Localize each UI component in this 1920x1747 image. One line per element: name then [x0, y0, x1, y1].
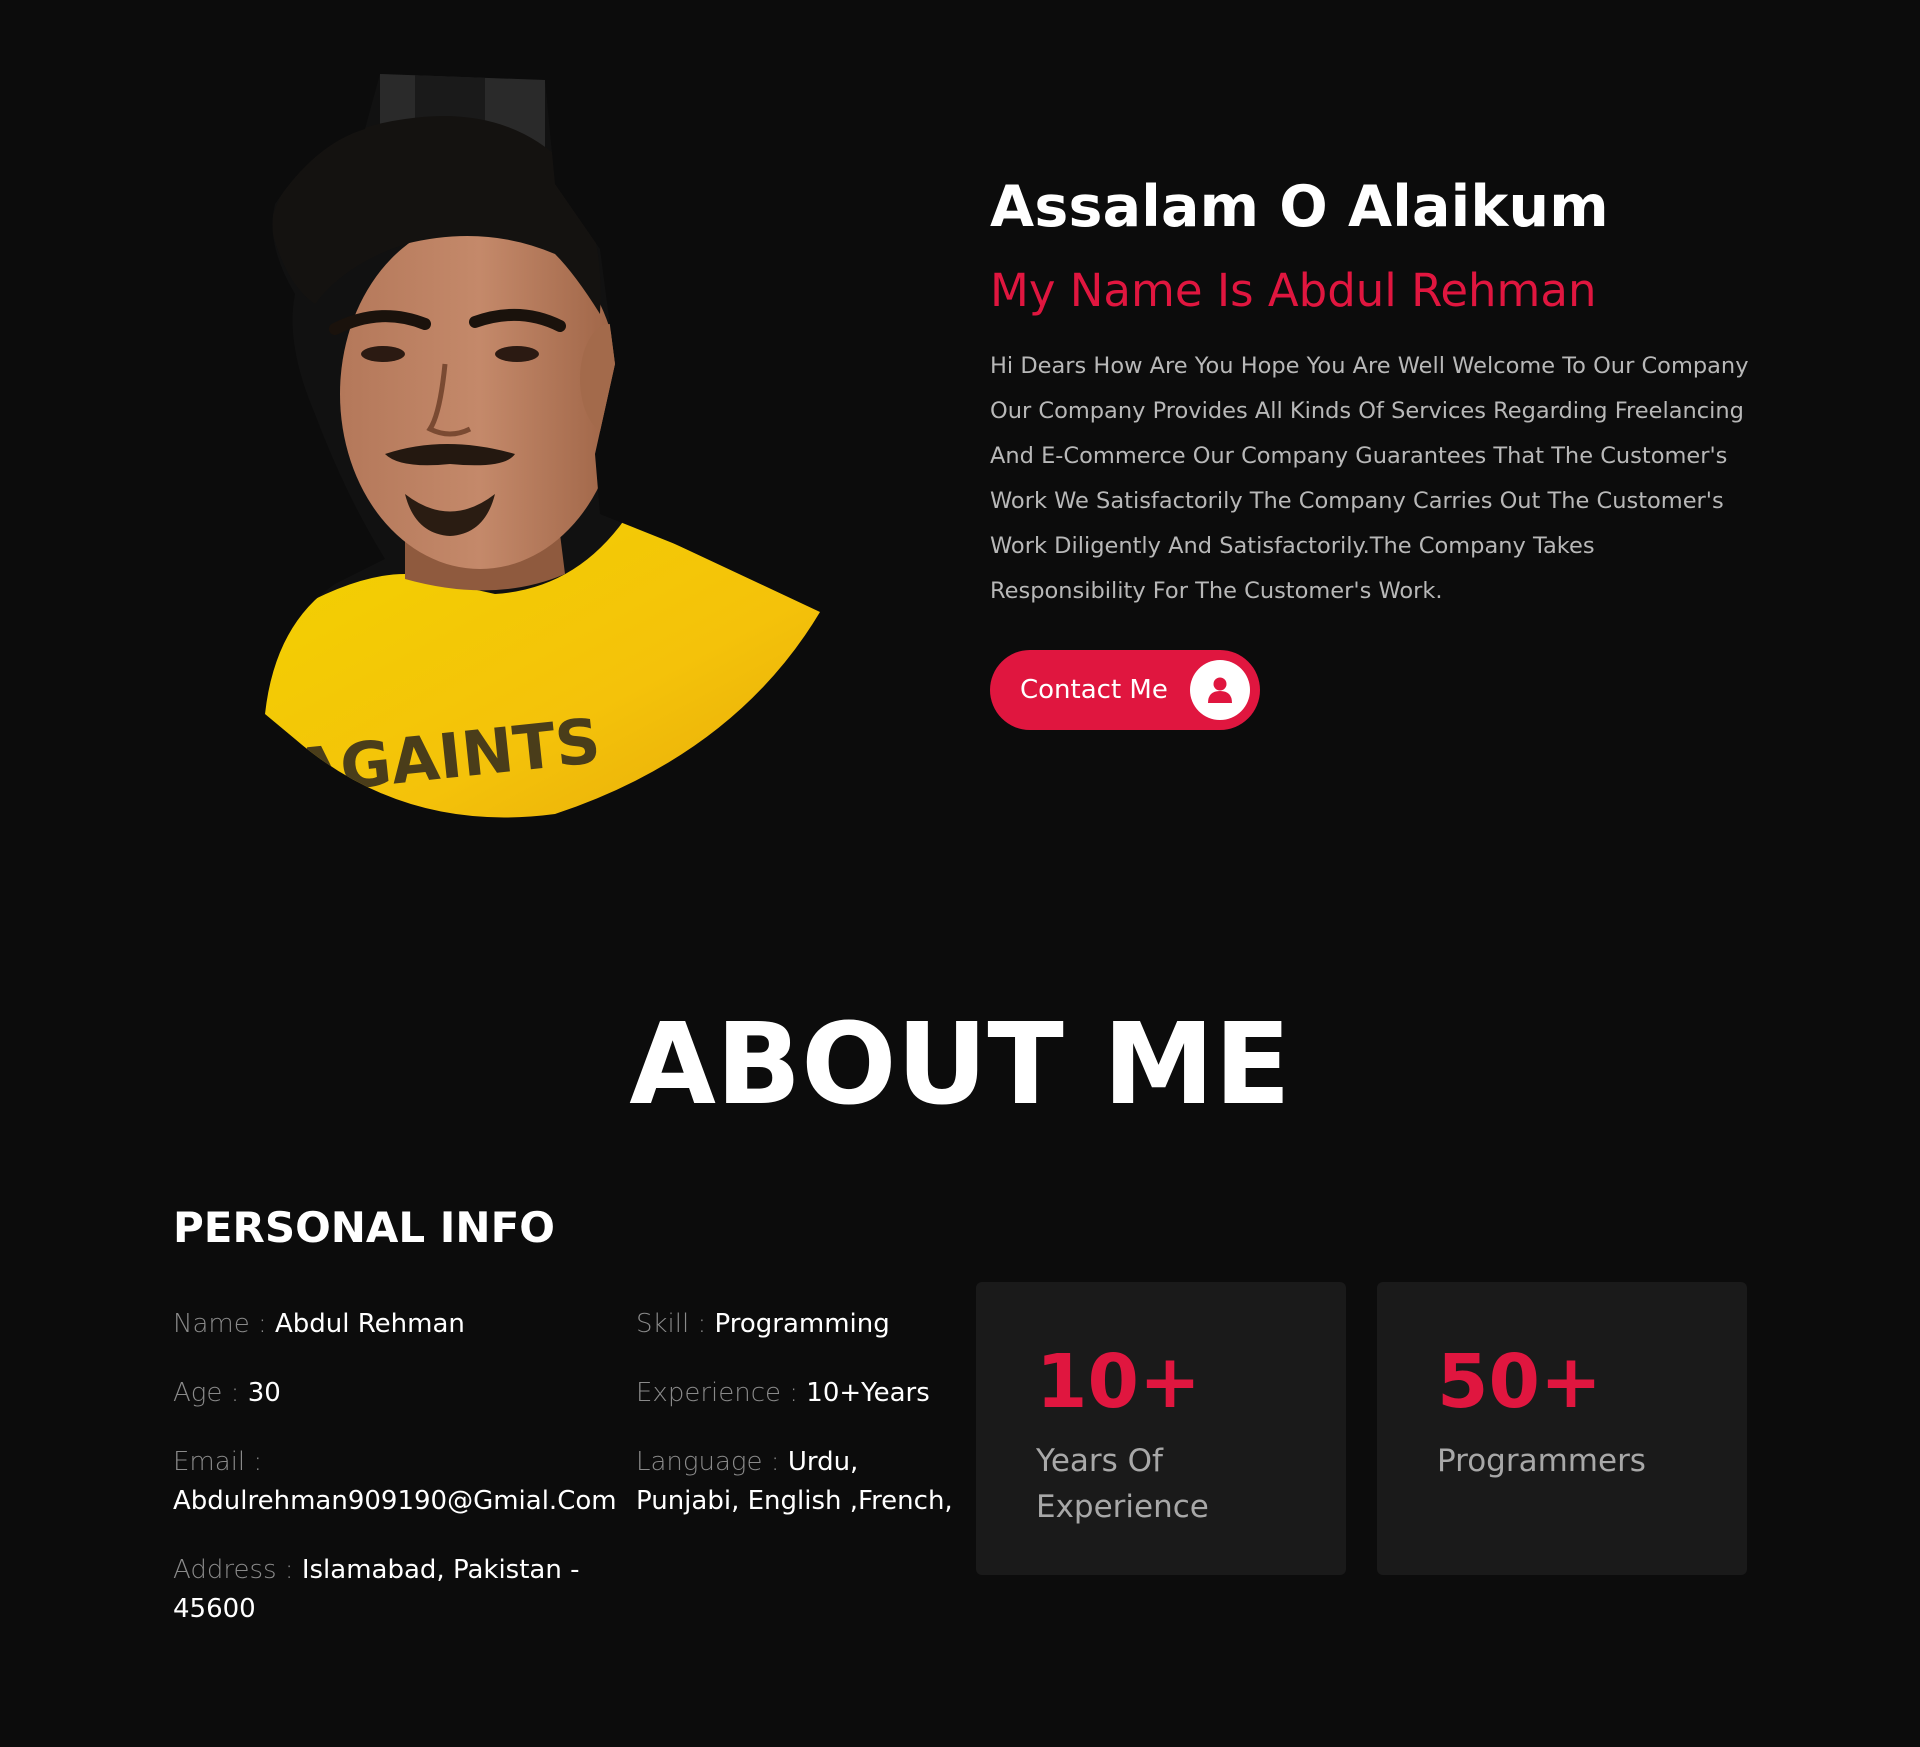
contact-me-label: Contact Me [1020, 675, 1168, 705]
user-icon [1190, 660, 1250, 720]
info-key: Name : [173, 1309, 267, 1339]
info-age: Age : 30 [173, 1374, 623, 1413]
personal-info-left: Name : Abdul Rehman Age : 30 Email : Abd… [173, 1305, 623, 1659]
info-value: Abdul Rehman [275, 1309, 465, 1339]
about-title: ABOUT ME [629, 1000, 1291, 1130]
info-experience: Experience : 10+Years [636, 1374, 966, 1413]
intro-paragraph: Hi Dears How Are You Hope You Are Well W… [990, 353, 1749, 604]
info-key: Skill : [636, 1309, 707, 1339]
info-address: Address : Islamabad, Pakistan - 45600 [173, 1551, 623, 1629]
info-language: Language : Urdu, Punjabi, English ,Frenc… [636, 1443, 966, 1521]
name-heading: My Name Is Abdul Rehman [990, 264, 1597, 317]
stat-card-programmers: 50+ Programmers [1377, 1282, 1747, 1575]
greeting-heading: Assalam O Alaikum [990, 174, 1609, 240]
info-value: 10+Years [806, 1378, 930, 1408]
hero-intro: Assalam O Alaikum My Name Is Abdul Rehma… [990, 170, 1750, 730]
stat-number: 10+ [1036, 1339, 1201, 1425]
info-value: Programming [714, 1309, 890, 1339]
stat-label: Years Of Experience [1036, 1443, 1209, 1525]
stat-label: Programmers [1437, 1443, 1646, 1479]
info-email: Email : Abdulrehman909190@Gmial.Com [173, 1443, 623, 1521]
info-key: Experience : [636, 1378, 799, 1408]
profile-photo: AGAINTS [255, 74, 835, 826]
stat-number: 50+ [1437, 1339, 1602, 1425]
stat-card-experience: 10+ Years Of Experience [976, 1282, 1346, 1575]
info-value: 30 [247, 1378, 281, 1408]
info-key: Email : [173, 1447, 263, 1477]
info-key: Age : [173, 1378, 240, 1408]
info-key: Language : [636, 1447, 780, 1477]
info-key: Address : [173, 1555, 294, 1585]
info-name: Name : Abdul Rehman [173, 1305, 623, 1344]
contact-me-button[interactable]: Contact Me [990, 650, 1260, 730]
personal-info-right: Skill : Programming Experience : 10+Year… [636, 1305, 966, 1551]
info-skill: Skill : Programming [636, 1305, 966, 1344]
info-value: Abdulrehman909190@Gmial.Com [173, 1486, 617, 1516]
personal-info-title: PERSONAL INFO [173, 1203, 555, 1252]
